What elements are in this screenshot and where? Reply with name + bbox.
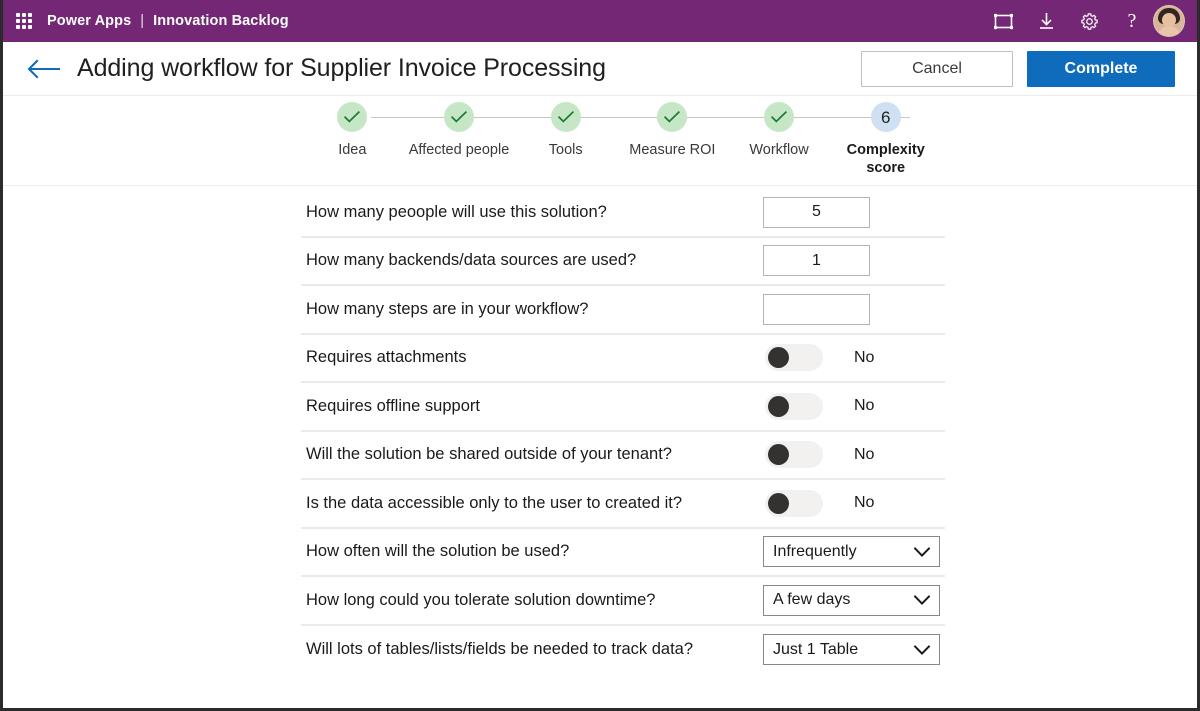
dropdown-select[interactable]: A few days <box>763 584 940 616</box>
brand-product: Power Apps <box>47 13 132 29</box>
back-arrow-icon[interactable] <box>23 52 65 86</box>
stepper-step-label: Tools <box>548 142 583 158</box>
question-label: Requires attachments <box>306 348 467 367</box>
stepper-step-label: Workflow <box>749 142 809 158</box>
stepper-step-complexity-score[interactable]: 6 Complexity score <box>832 102 939 177</box>
question-label: How many peoople will use this solution? <box>306 202 607 221</box>
question-label: How many steps are in your workflow? <box>306 299 589 318</box>
form-row: How often will the solution be used? Infr… <box>301 529 945 577</box>
stepper-step-affected-people[interactable]: Affected people <box>406 102 590 177</box>
toggle-knob <box>768 395 789 417</box>
stepper-step-label: Affected people <box>408 142 510 158</box>
question-label: Is the data accessible only to the user … <box>306 493 683 512</box>
toggle-switch[interactable] <box>765 392 823 420</box>
dropdown-select[interactable]: Infrequently <box>763 536 940 568</box>
step-complete-icon <box>764 102 795 132</box>
question-label: How many backends/data sources are used? <box>306 251 637 270</box>
dropdown-select[interactable]: Just 1 Table <box>763 634 940 666</box>
stepper-step-measure-roi[interactable]: Measure ROI <box>619 102 804 177</box>
top-app-bar: Power Apps | Innovation Backlog ? <box>3 0 1197 42</box>
form-row: How long could you tolerate solution dow… <box>301 577 945 626</box>
page-title: Adding workflow for Supplier Invoice Pro… <box>77 54 606 82</box>
answer-control <box>763 196 945 228</box>
form-row: Requires offline support No <box>301 383 945 432</box>
question-label: Will the solution be shared outside of y… <box>306 445 672 464</box>
complexity-score-form: How many peoople will use this solution?… <box>301 189 945 674</box>
toggle-value-label: No <box>854 348 875 366</box>
dropdown-selected-value: Infrequently <box>773 542 857 560</box>
topbar-icon-group: ? <box>992 10 1143 32</box>
step-complete-icon <box>444 102 474 132</box>
fit-to-screen-icon[interactable] <box>992 10 1014 32</box>
app-launcher-icon[interactable] <box>13 10 35 32</box>
page-header: Adding workflow for Supplier Invoice Pro… <box>3 42 1197 96</box>
chevron-down-icon <box>913 594 931 606</box>
answer-control: No <box>763 441 945 469</box>
stepper-step-label: Measure ROI <box>629 142 716 158</box>
avatar[interactable] <box>1153 5 1185 37</box>
chevron-down-icon <box>913 546 931 558</box>
toggle-value-label: No <box>854 445 875 463</box>
stepper-step-tools[interactable]: Tools <box>512 102 697 177</box>
app-window: Power Apps | Innovation Backlog ? Adding… <box>0 0 1200 711</box>
stepper-list: Idea Affected people Tools Measure ROI Workf… <box>299 102 939 177</box>
answer-control: Infrequently <box>763 536 945 568</box>
answer-control: A few days <box>763 584 945 616</box>
brand-app-name: Innovation Backlog <box>153 13 289 29</box>
toggle-switch[interactable] <box>765 489 823 517</box>
toggle-switch[interactable] <box>765 441 823 469</box>
question-label: Requires offline support <box>306 396 480 415</box>
download-icon[interactable] <box>1035 10 1057 32</box>
toggle-knob <box>768 347 789 369</box>
brand-title: Power Apps | Innovation Backlog <box>47 13 289 29</box>
dropdown-selected-value: A few days <box>773 591 851 609</box>
toggle-value-label: No <box>854 397 875 415</box>
stepper-step-label: Complexity score <box>846 142 925 176</box>
complete-button[interactable]: Complete <box>1027 50 1175 87</box>
step-number: 6 <box>880 107 891 127</box>
form-row: How many steps are in your workflow? <box>301 286 945 335</box>
form-row: Will lots of tables/lists/fields be need… <box>301 626 945 675</box>
step-complete-icon <box>337 102 368 132</box>
answer-control: No <box>763 489 945 517</box>
stepper-step-label: Idea <box>338 142 367 158</box>
form-row: How many backends/data sources are used? <box>301 238 945 286</box>
form-row: Will the solution be shared outside of y… <box>301 432 945 480</box>
toggle-value-label: No <box>854 494 875 512</box>
toggle-switch[interactable] <box>765 344 823 372</box>
toggle-knob <box>768 444 789 466</box>
step-complete-icon <box>550 102 581 132</box>
number-input[interactable] <box>763 245 870 277</box>
step-number-badge: 6 <box>870 102 901 132</box>
form-row: Is the data accessible only to the user … <box>301 480 945 529</box>
step-complete-icon <box>657 102 688 132</box>
stepper-step-workflow[interactable]: Workflow <box>726 102 910 177</box>
number-input[interactable] <box>763 196 870 228</box>
dropdown-selected-value: Just 1 Table <box>773 640 859 658</box>
answer-control: No <box>763 344 945 372</box>
question-label: How often will the solution be used? <box>306 542 570 561</box>
answer-control: Just 1 Table <box>763 634 945 666</box>
toggle-knob <box>768 492 789 514</box>
gear-icon[interactable] <box>1078 10 1100 32</box>
question-label: How long could you tolerate solution dow… <box>306 590 656 609</box>
answer-control <box>763 245 945 277</box>
chevron-down-icon <box>913 644 931 656</box>
wizard-stepper: Idea Affected people Tools Measure ROI Workf… <box>3 96 1197 186</box>
question-label: Will lots of tables/lists/fields be need… <box>306 640 694 659</box>
number-input[interactable] <box>763 293 870 325</box>
answer-control: No <box>763 392 945 420</box>
brand-separator: | <box>140 13 145 29</box>
answer-control <box>763 293 945 325</box>
form-row: Requires attachments No <box>301 335 945 383</box>
stepper-step-idea[interactable]: Idea <box>299 102 483 177</box>
help-icon[interactable]: ? <box>1121 10 1143 32</box>
cancel-button[interactable]: Cancel <box>861 50 1013 87</box>
form-row: How many peoople will use this solution? <box>301 189 945 238</box>
